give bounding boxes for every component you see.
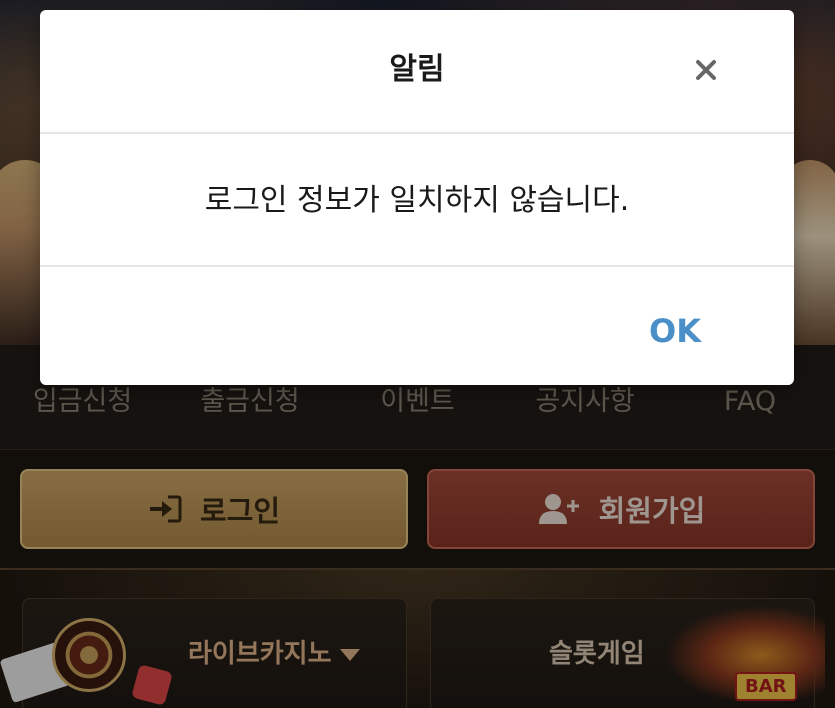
dialog-header: 알림: [40, 10, 794, 134]
close-icon[interactable]: [688, 52, 724, 88]
dialog-title: 알림: [389, 52, 445, 87]
ok-button[interactable]: OK: [630, 309, 720, 353]
dialog-body: 로그인 정보가 일치하지 않습니다.: [40, 134, 794, 267]
dialog-message: 로그인 정보가 일치하지 않습니다.: [204, 183, 630, 218]
dialog-footer: OK: [40, 267, 794, 385]
alert-dialog: 알림 로그인 정보가 일치하지 않습니다. OK: [40, 10, 794, 385]
